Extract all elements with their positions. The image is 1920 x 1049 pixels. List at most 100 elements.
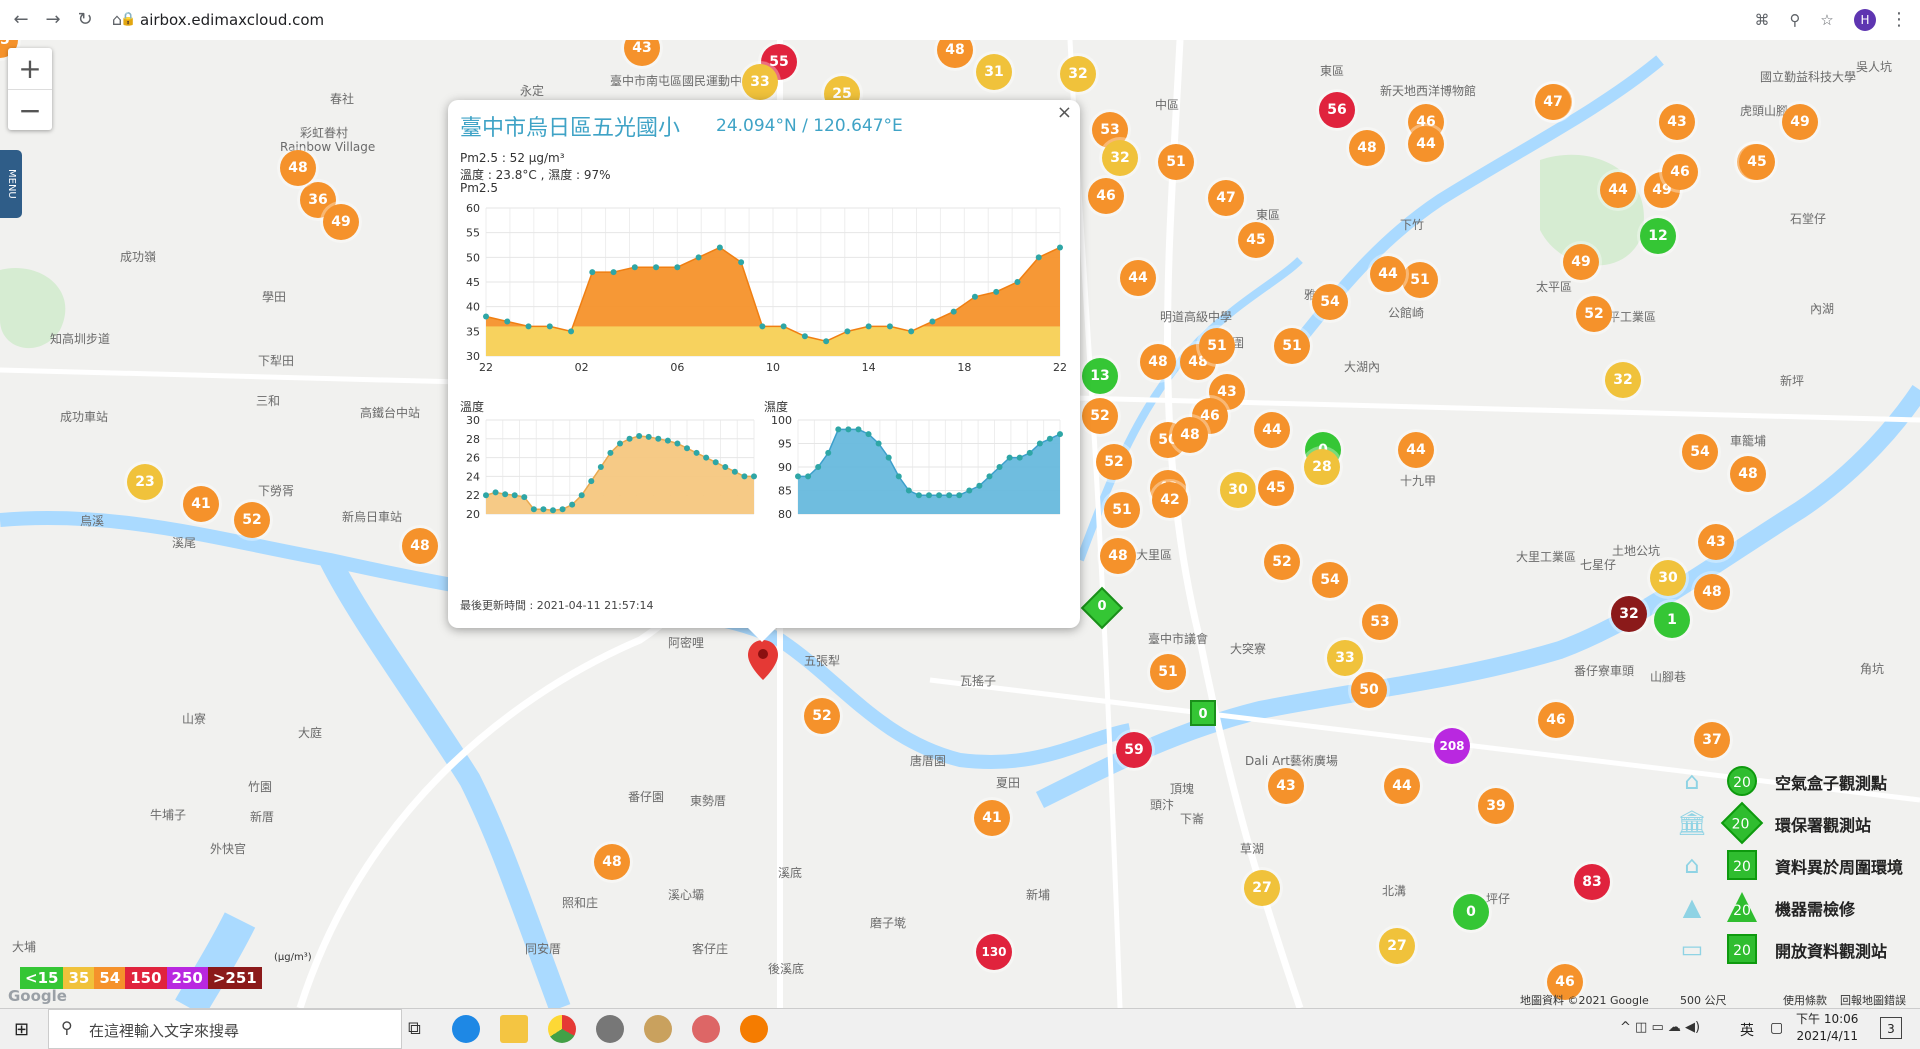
terms-link[interactable]: 使用條款 bbox=[1783, 992, 1827, 1008]
address-bar[interactable]: airbox.edimaxcloud.com bbox=[140, 9, 324, 31]
pm25-marker[interactable]: 52 bbox=[1082, 398, 1118, 434]
clock[interactable]: 下午 10:06 2021/4/11 bbox=[1796, 1011, 1858, 1045]
pm25-marker[interactable]: 13 bbox=[1082, 358, 1118, 394]
pm25-marker[interactable]: 28 bbox=[1304, 449, 1340, 485]
ime-indicator[interactable]: 英 bbox=[1740, 1020, 1754, 1040]
pm25-marker[interactable]: 42 bbox=[1152, 482, 1188, 518]
pm25-marker[interactable]: 48 bbox=[1694, 574, 1730, 610]
pm25-marker[interactable]: 32 bbox=[1605, 362, 1641, 398]
pm25-marker[interactable]: 51 bbox=[1104, 492, 1140, 528]
pm25-marker[interactable]: 52 bbox=[234, 502, 270, 538]
translate-icon[interactable]: ⌘ bbox=[1751, 9, 1773, 31]
pm25-marker[interactable]: 44 bbox=[1384, 768, 1420, 804]
system-tray-icons[interactable]: ^ ◫ ▭ ☁ ◀) bbox=[1620, 1020, 1700, 1035]
zoom-out-button[interactable]: − bbox=[8, 89, 52, 131]
pm25-marker[interactable]: 0 bbox=[1453, 894, 1489, 930]
pm25-marker[interactable]: 48 bbox=[1172, 417, 1208, 453]
blender-icon[interactable] bbox=[740, 1015, 768, 1043]
pm25-marker[interactable]: 48 bbox=[1349, 130, 1385, 166]
pm25-marker[interactable]: 49 bbox=[1782, 104, 1818, 140]
pm25-marker[interactable]: 44 bbox=[1254, 412, 1290, 448]
pm25-marker[interactable]: 54 bbox=[1312, 284, 1348, 320]
pm25-marker[interactable]: 39 bbox=[1478, 788, 1514, 824]
pm25-marker[interactable]: 23 bbox=[127, 464, 163, 500]
pm25-marker[interactable]: 46 bbox=[1662, 154, 1698, 190]
pm25-marker[interactable]: 45 bbox=[1238, 222, 1274, 258]
bookmark-star-icon[interactable]: ☆ bbox=[1816, 9, 1838, 31]
task-view-icon[interactable]: ⧉ bbox=[408, 1018, 421, 1039]
chrome-icon[interactable] bbox=[548, 1015, 576, 1043]
edge-icon[interactable] bbox=[452, 1015, 480, 1043]
zoom-icon[interactable]: ⚲ bbox=[1784, 9, 1806, 31]
pm25-marker[interactable]: 47 bbox=[1208, 180, 1244, 216]
close-icon[interactable]: × bbox=[1057, 102, 1072, 123]
back-icon[interactable]: ← bbox=[10, 9, 32, 31]
notification-center-icon[interactable]: 3 bbox=[1880, 1017, 1902, 1039]
taskbar-search[interactable]: ⚲ 在這裡輸入文字來搜尋 bbox=[48, 1009, 402, 1049]
lock-icon[interactable]: 🔒 bbox=[120, 9, 136, 31]
pm25-marker[interactable]: 50 bbox=[1351, 672, 1387, 708]
pm25-marker[interactable]: 43 bbox=[1698, 524, 1734, 560]
pm25-marker[interactable]: 30 bbox=[1220, 472, 1256, 508]
pm25-marker[interactable]: 43 bbox=[1268, 768, 1304, 804]
file-explorer-icon[interactable] bbox=[500, 1015, 528, 1043]
pm25-marker[interactable]: 83 bbox=[1574, 864, 1610, 900]
pm25-marker[interactable]: 51 bbox=[1158, 144, 1194, 180]
pm25-marker[interactable]: 12 bbox=[1640, 218, 1676, 254]
pm25-marker[interactable]: 130 bbox=[976, 934, 1012, 970]
pm25-marker[interactable]: 30 bbox=[1650, 560, 1686, 596]
pm25-marker[interactable]: 53 bbox=[1362, 604, 1398, 640]
zoom-in-button[interactable]: + bbox=[8, 48, 52, 89]
pm25-marker[interactable]: 43 bbox=[1659, 104, 1695, 140]
pm25-marker[interactable]: 33 bbox=[1327, 640, 1363, 676]
pm25-marker[interactable]: 48 bbox=[1140, 344, 1176, 380]
menu-tab[interactable]: MENU bbox=[0, 150, 22, 218]
pm25-marker[interactable]: 46 bbox=[1538, 702, 1574, 738]
app-icon[interactable] bbox=[644, 1015, 672, 1043]
pm25-marker[interactable]: 32 bbox=[1102, 140, 1138, 176]
reload-icon[interactable]: ↻ bbox=[74, 9, 96, 31]
pm25-marker[interactable]: 51 bbox=[1274, 328, 1310, 364]
location-pin-icon[interactable] bbox=[748, 640, 778, 680]
pm25-marker[interactable]: 48 bbox=[402, 528, 438, 564]
pm25-marker[interactable]: 52 bbox=[804, 698, 840, 734]
pm25-marker[interactable]: 54 bbox=[1682, 434, 1718, 470]
pm25-marker[interactable]: 44 bbox=[1398, 432, 1434, 468]
pm25-marker[interactable]: 48 bbox=[280, 150, 316, 186]
pm25-marker[interactable]: 1 bbox=[1654, 602, 1690, 638]
pm25-marker[interactable]: 48 bbox=[1730, 456, 1766, 492]
pm25-marker[interactable]: 27 bbox=[1379, 928, 1415, 964]
pm25-marker[interactable]: 48 bbox=[594, 844, 630, 880]
pm25-marker[interactable]: 51 bbox=[1199, 328, 1235, 364]
pm25-marker[interactable]: 52 bbox=[1576, 296, 1612, 332]
pm25-marker[interactable]: 47 bbox=[1535, 84, 1571, 120]
pm25-marker[interactable]: 51 bbox=[1402, 262, 1438, 298]
pm25-marker[interactable]: 32 bbox=[1060, 56, 1096, 92]
pm25-marker[interactable]: 44 bbox=[1370, 256, 1406, 292]
pm25-marker[interactable]: 33 bbox=[742, 64, 778, 100]
pm25-marker[interactable]: 52 bbox=[1096, 444, 1132, 480]
pm25-marker[interactable]: 56 bbox=[1319, 92, 1355, 128]
pm25-marker[interactable]: 49 bbox=[1563, 244, 1599, 280]
pm25-marker[interactable]: 27 bbox=[1244, 870, 1280, 906]
pm25-marker[interactable]: 44 bbox=[1600, 172, 1636, 208]
pm25-marker[interactable]: 41 bbox=[974, 800, 1010, 836]
pm25-marker[interactable]: 46 bbox=[1088, 178, 1124, 214]
report-error-link[interactable]: 回報地圖錯誤 bbox=[1840, 992, 1906, 1008]
forward-icon[interactable]: → bbox=[42, 9, 64, 31]
pm25-marker[interactable]: 41 bbox=[183, 486, 219, 522]
pm25-marker[interactable]: 31 bbox=[976, 54, 1012, 90]
profile-avatar[interactable]: H bbox=[1854, 9, 1876, 31]
pm25-marker[interactable]: 37 bbox=[1694, 722, 1730, 758]
pm25-marker[interactable]: 48 bbox=[1100, 538, 1136, 574]
app-icon[interactable] bbox=[692, 1015, 720, 1043]
app-icon[interactable] bbox=[596, 1015, 624, 1043]
pm25-marker[interactable]: 44 bbox=[1408, 126, 1444, 162]
pm25-marker[interactable]: 59 bbox=[1116, 732, 1152, 768]
pm25-marker[interactable]: 45 bbox=[1258, 470, 1294, 506]
pm25-marker[interactable]: 52 bbox=[1264, 544, 1300, 580]
kebab-menu-icon[interactable]: ⋮ bbox=[1888, 9, 1910, 31]
pm25-marker[interactable]: 44 bbox=[1120, 260, 1156, 296]
map-canvas[interactable]: 永定 臺中市南屯區國民運動中心 中區 東區 新天地西洋博物館 國立勤益科技大學 春社 彩虹眷村… bbox=[0, 40, 1920, 1008]
open-data-station-marker[interactable]: 0 bbox=[1190, 700, 1216, 726]
